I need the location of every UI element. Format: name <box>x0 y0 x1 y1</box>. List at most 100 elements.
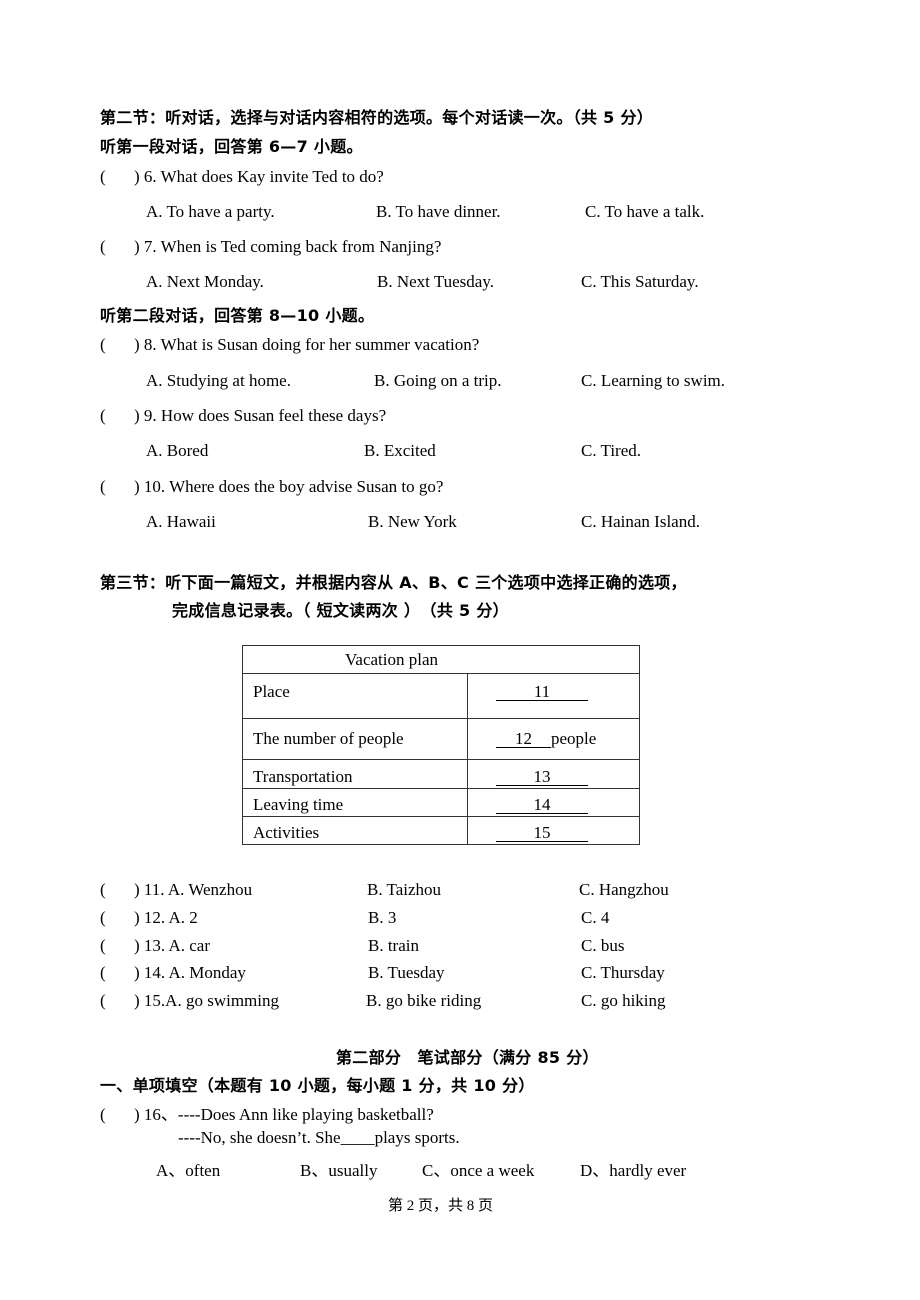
option-7b: B. Next Tuesday. <box>377 272 494 291</box>
answer-blank-open[interactable]: ( <box>100 880 134 900</box>
answer-blank-close: ) <box>134 167 140 186</box>
single-choice-heading: 一、单项填空（本题有 10 小题，每小题 1 分，共 10 分） <box>100 1076 535 1095</box>
table-title: Vacation plan <box>242 645 640 674</box>
row-label: The number of people <box>242 718 468 760</box>
table-row: Activities 15 <box>242 816 640 845</box>
dialog2-heading: 听第二段对话，回答第 8—10 小题。 <box>100 306 375 325</box>
answer-blank-close: ) <box>134 1105 140 1124</box>
option-16a: A、often <box>156 1161 221 1180</box>
option-10c: C. Hainan Island. <box>581 512 700 531</box>
question-14: () 14. A. Monday <box>100 963 246 983</box>
option-9c: C. Tired. <box>581 441 641 460</box>
option-13c: C. bus <box>581 936 625 955</box>
question-15: () 15.A. go swimming <box>100 991 279 1011</box>
answer-blank-open[interactable]: ( <box>100 963 134 983</box>
question-10: () 10. Where does the boy advise Susan t… <box>100 477 443 497</box>
answer-blank-close: ) <box>134 477 140 496</box>
option-9a: A. Bored <box>146 441 209 460</box>
option-15c: C. go hiking <box>581 991 666 1010</box>
answer-blank-open[interactable]: ( <box>100 936 134 956</box>
option-13b: B. train <box>368 936 419 955</box>
answer-blank-close: ) <box>134 406 140 425</box>
row-label: Transportation <box>242 759 468 789</box>
option-a: 11. A. Wenzhou <box>143 880 253 899</box>
answer-blank-close: ) <box>134 991 140 1010</box>
answer-blank-open[interactable]: ( <box>100 908 134 928</box>
question-stem: 6. What does Kay invite Ted to do? <box>143 167 384 186</box>
section3-heading-line2: 完成信息记录表。（ 短文读两次 ） （共 5 分） <box>172 601 509 620</box>
option-8c: C. Learning to swim. <box>581 371 726 390</box>
option-7a: A. Next Monday. <box>146 272 264 291</box>
option-14b: B. Tuesday <box>368 963 445 982</box>
row-label: Leaving time <box>242 788 468 817</box>
question-stem: 9. How does Susan feel these days? <box>143 406 387 425</box>
blank-13[interactable]: 13 <box>496 768 588 786</box>
section2-heading: 第二节：听对话，选择与对话内容相符的选项。每个对话读一次。（共 5 分） <box>100 108 654 127</box>
option-8b: B. Going on a trip. <box>374 371 502 390</box>
blank-12[interactable]: 12 <box>496 730 551 748</box>
option-a: 13. A. car <box>143 936 211 955</box>
answer-blank-open[interactable]: ( <box>100 1105 134 1125</box>
vacation-plan-table: Vacation plan Place 11 The number of peo… <box>242 645 640 845</box>
question-stem: 7. When is Ted coming back from Nanjing? <box>143 237 442 256</box>
option-6a: A. To have a party. <box>146 202 275 221</box>
answer-blank-open[interactable]: ( <box>100 991 134 1011</box>
option-9b: B. Excited <box>364 441 436 460</box>
question-11: () 11. A. Wenzhou <box>100 880 252 900</box>
question-6: () 6. What does Kay invite Ted to do? <box>100 167 384 187</box>
blank-14[interactable]: 14 <box>496 796 588 814</box>
option-14c: C. Thursday <box>581 963 665 982</box>
question-stem: 16、----Does Ann like playing basketball? <box>143 1105 434 1124</box>
option-a: 15.A. go swimming <box>143 991 279 1010</box>
question-9: () 9. How does Susan feel these days? <box>100 406 386 426</box>
dialog1-heading: 听第一段对话，回答第 6—7 小题。 <box>100 137 363 156</box>
table-row: Place 11 <box>242 673 640 719</box>
answer-blank-close: ) <box>134 335 140 354</box>
page-number: 第 2 页，共 8 页 <box>388 1198 494 1214</box>
option-15b: B. go bike riding <box>366 991 482 1010</box>
answer-blank-close: ) <box>134 880 140 899</box>
answer-blank-open[interactable]: ( <box>100 477 134 497</box>
section3-heading-line1: 第三节：听下面一篇短文，并根据内容从 A、B、C 三个选项中选择正确的选项， <box>100 573 687 592</box>
option-7c: C. This Saturday. <box>581 272 699 291</box>
answer-blank-open[interactable]: ( <box>100 406 134 426</box>
table-row: The number of people 12 people <box>242 718 640 760</box>
question-7: () 7. When is Ted coming back from Nanji… <box>100 237 441 257</box>
row-label: Activities <box>242 816 468 845</box>
question-16-line2: ----No, she doesn’t. She____plays sports… <box>178 1128 460 1147</box>
row-label: Place <box>242 673 468 719</box>
option-16d: D、hardly ever <box>580 1161 687 1180</box>
question-8: () 8. What is Susan doing for her summer… <box>100 335 479 355</box>
option-11b: B. Taizhou <box>367 880 442 899</box>
table-row: Transportation 13 <box>242 759 640 789</box>
option-11c: C. Hangzhou <box>579 880 669 899</box>
option-16c: C、once a week <box>422 1161 535 1180</box>
option-12c: C. 4 <box>581 908 610 927</box>
option-a: 14. A. Monday <box>143 963 246 982</box>
option-6c: C. To have a talk. <box>585 202 705 221</box>
answer-blank-close: ) <box>134 936 140 955</box>
table-row: Leaving time 14 <box>242 788 640 817</box>
blank-suffix: people <box>551 729 597 748</box>
question-stem: 10. Where does the boy advise Susan to g… <box>143 477 444 496</box>
question-13: () 13. A. car <box>100 936 210 956</box>
option-16b: B、usually <box>300 1161 378 1180</box>
option-a: 12. A. 2 <box>143 908 198 927</box>
question-16: () 16、----Does Ann like playing basketba… <box>100 1100 434 1125</box>
option-10a: A. Hawaii <box>146 512 216 531</box>
option-10b: B. New York <box>368 512 457 531</box>
part2-heading: 第二部分 笔试部分（满分 85 分） <box>336 1048 599 1067</box>
option-8a: A. Studying at home. <box>146 371 291 390</box>
answer-blank-open[interactable]: ( <box>100 237 134 257</box>
option-12b: B. 3 <box>368 908 397 927</box>
question-stem: 8. What is Susan doing for her summer va… <box>143 335 480 354</box>
answer-blank-close: ) <box>134 237 140 256</box>
blank-11[interactable]: 11 <box>496 683 588 701</box>
option-6b: B. To have dinner. <box>376 202 501 221</box>
question-12: () 12. A. 2 <box>100 908 198 928</box>
answer-blank-open[interactable]: ( <box>100 167 134 187</box>
blank-15[interactable]: 15 <box>496 824 588 842</box>
answer-blank-close: ) <box>134 963 140 982</box>
answer-blank-close: ) <box>134 908 140 927</box>
answer-blank-open[interactable]: ( <box>100 335 134 355</box>
